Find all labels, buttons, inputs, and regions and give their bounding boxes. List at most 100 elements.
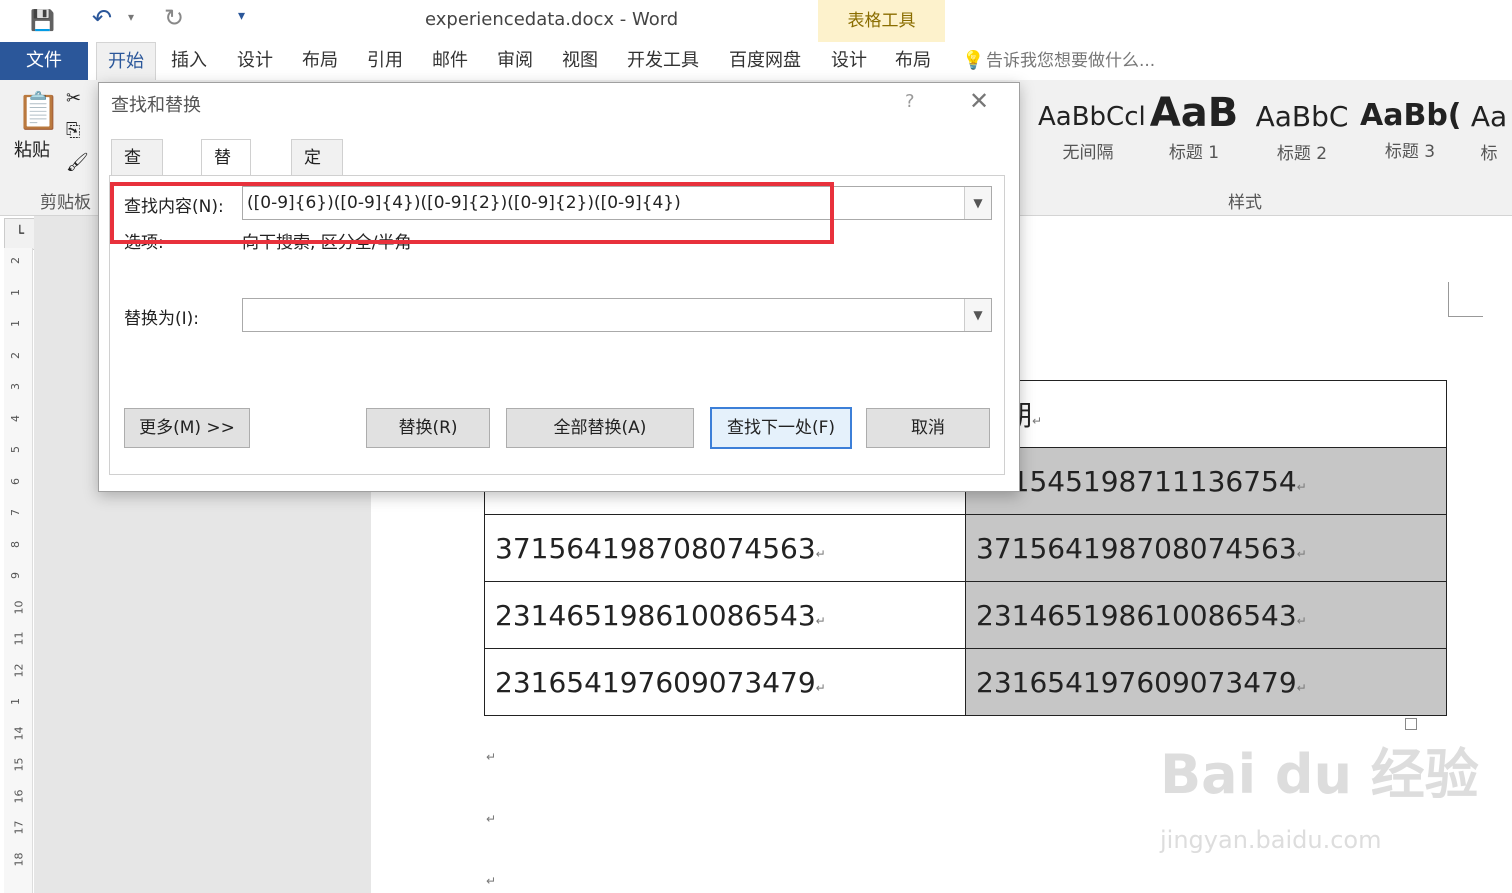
table-cell[interactable]: 231465198610086543↵ bbox=[484, 581, 966, 649]
table-cell[interactable]: 231654197609073479↵ bbox=[484, 648, 966, 716]
vertical-ruler[interactable]: 2 1 1 2 3 4 5 6 7 8 9 10 11 12 1 14 15 16 17 18 bbox=[4, 248, 33, 893]
table-cell[interactable]: 231654197609073479↵ bbox=[965, 648, 1447, 716]
watermark-logo: Bai du 经验 bbox=[1160, 743, 1479, 806]
ruler-tick-label: 4 bbox=[9, 414, 22, 422]
table-cell[interactable]: 日期↵ bbox=[965, 380, 1447, 448]
ruler-tick-label: 3 bbox=[9, 383, 22, 390]
replace-button[interactable]: 替换(R) bbox=[366, 408, 490, 448]
clipboard-group-label: 剪贴板 bbox=[40, 193, 91, 213]
ruler-tick-label: 17 bbox=[12, 820, 26, 835]
more-button[interactable]: 更多(M) >> bbox=[124, 408, 250, 448]
table-cell[interactable]: 111545198711136754↵ bbox=[965, 447, 1447, 515]
tab-view[interactable]: 视图 bbox=[555, 42, 605, 80]
table-row: 371564198708074563↵ 371564198708074563↵ bbox=[484, 514, 1447, 582]
ruler-tick-label: 6 bbox=[9, 477, 22, 485]
styles-group-label: 样式 bbox=[1228, 193, 1262, 213]
ruler-tick-label: 11 bbox=[12, 631, 26, 646]
tab-references[interactable]: 引用 bbox=[360, 42, 410, 80]
tab-home[interactable]: 开始 bbox=[96, 42, 156, 81]
table-row: 231465198610086543↵ 231465198610086543↵ bbox=[484, 581, 1447, 649]
tab-mailings[interactable]: 邮件 bbox=[425, 42, 475, 80]
ruler-tick-label: 1 bbox=[9, 698, 22, 705]
style-heading-3[interactable]: AaBb( 标题 3 bbox=[1360, 80, 1460, 162]
cut-icon[interactable]: ✂ bbox=[66, 88, 81, 109]
style-sample: AaB bbox=[1149, 90, 1239, 136]
ruler-tick-label: 10 bbox=[12, 600, 26, 614]
table-cell[interactable]: 231465198610086543↵ bbox=[965, 581, 1447, 649]
undo-dropdown-icon[interactable]: ▾ bbox=[128, 10, 134, 24]
table-cell[interactable]: 371564198708074563↵ bbox=[965, 514, 1447, 582]
table-tools-label: 表格工具 bbox=[847, 11, 916, 31]
tab-developer[interactable]: 开发工具 bbox=[620, 42, 706, 80]
ruler-tick-label: 16 bbox=[12, 789, 26, 803]
tab-insert[interactable]: 插入 bbox=[164, 42, 214, 80]
ruler-tick-label: 1 bbox=[9, 288, 22, 296]
tab-table-design[interactable]: 设计 bbox=[822, 42, 876, 80]
help-button[interactable]: ? bbox=[905, 91, 915, 112]
style-name: 标题 3 bbox=[1384, 142, 1436, 162]
copy-icon[interactable]: ⎘ bbox=[66, 120, 80, 141]
style-name: 标题 2 bbox=[1276, 144, 1328, 164]
style-heading-2[interactable]: AaBbC 标题 2 bbox=[1252, 80, 1352, 164]
ruler-tick-label: 2 bbox=[9, 257, 22, 264]
ruler-tick-label: 8 bbox=[9, 540, 22, 548]
style-title[interactable]: Aa 标 bbox=[1466, 80, 1512, 164]
style-sample: AaBb( bbox=[1360, 98, 1460, 133]
paste-label[interactable]: 粘贴 bbox=[14, 136, 50, 162]
tab-table-layout[interactable]: 布局 bbox=[886, 42, 940, 80]
cancel-button[interactable]: 取消 bbox=[866, 408, 990, 448]
ruler-tick-label: 7 bbox=[9, 509, 22, 516]
ruler-tick-label: 15 bbox=[12, 757, 26, 772]
style-no-spacing[interactable]: AaBbCcl 无间隔 bbox=[1038, 80, 1146, 163]
tell-me-input[interactable]: 告诉我您想要做什么... bbox=[986, 42, 1176, 80]
style-sample: AaBbCcl bbox=[1038, 102, 1146, 132]
chevron-down-icon[interactable]: ▼ bbox=[964, 187, 991, 219]
styles-gallery: AaBbCcl 无间隔 AaB 标题 1 AaBbC 标题 2 AaBb( 标题… bbox=[1030, 80, 1512, 190]
chevron-down-icon[interactable]: ▼ bbox=[964, 299, 991, 331]
table-cell[interactable]: 371564198708074563↵ bbox=[484, 514, 966, 582]
ruler-tick-label: 5 bbox=[9, 446, 22, 453]
style-heading-1[interactable]: AaB 标题 1 bbox=[1144, 80, 1244, 163]
undo-icon[interactable]: ↶ bbox=[92, 4, 112, 32]
lightbulb-icon: 💡 bbox=[962, 50, 985, 71]
format-painter-icon[interactable]: 🖌 bbox=[66, 152, 89, 173]
tab-baidu-netdisk[interactable]: 百度网盘 bbox=[722, 42, 808, 80]
replace-all-button[interactable]: 全部替换(A) bbox=[506, 408, 694, 448]
paragraph-mark: ↵ bbox=[486, 874, 497, 888]
find-next-button[interactable]: 查找下一处(F) bbox=[710, 407, 852, 449]
ruler-tick-label: 1 bbox=[9, 320, 22, 327]
tab-design[interactable]: 设计 bbox=[230, 42, 280, 80]
find-replace-dialog: 查找和替换 ? ✕ 查找(D) 替换(P) 定位(G) 查找内容(N): ([0… bbox=[98, 82, 1020, 492]
style-name: 标 bbox=[1480, 144, 1498, 164]
margin-corner-mark bbox=[1448, 282, 1483, 317]
save-icon[interactable]: 💾 bbox=[30, 8, 55, 32]
dialog-title: 查找和替换 bbox=[111, 95, 201, 116]
paste-icon[interactable]: 📋 bbox=[16, 90, 61, 132]
style-name: 无间隔 bbox=[1062, 143, 1114, 163]
redo-icon[interactable]: ↻ bbox=[164, 4, 184, 32]
tab-replace[interactable]: 替换(P) bbox=[201, 139, 251, 240]
paragraph-mark: ↵ bbox=[486, 812, 497, 826]
replace-input[interactable]: ▼ bbox=[242, 298, 992, 332]
style-sample: AaBbC bbox=[1255, 100, 1349, 133]
paragraph-mark: ↵ bbox=[486, 750, 497, 764]
ribbon-tabs: 开始 插入 设计 布局 引用 邮件 审阅 视图 开发工具 百度网盘 设计 布局 … bbox=[0, 42, 1512, 81]
replace-label: 替换为(I): bbox=[124, 309, 200, 329]
tab-review[interactable]: 审阅 bbox=[490, 42, 540, 80]
style-name: 标题 1 bbox=[1168, 143, 1220, 163]
table-resize-handle[interactable] bbox=[1405, 718, 1417, 730]
close-icon[interactable]: ✕ bbox=[969, 87, 989, 115]
tab-file[interactable]: 文件 bbox=[0, 42, 88, 80]
ruler-tick-label: 12 bbox=[12, 663, 26, 677]
tab-goto[interactable]: 定位(G) bbox=[291, 139, 344, 240]
customize-icon[interactable]: ▾ bbox=[238, 8, 245, 24]
ruler-tick-label: 2 bbox=[9, 351, 22, 359]
tab-selector[interactable]: └ bbox=[4, 218, 36, 250]
title-bar: 💾 ↶ ▾ ↻ ▾ experiencedata.docx - Word bbox=[0, 0, 1512, 42]
highlight-box bbox=[110, 182, 834, 244]
table-row: 231654197609073479↵ 231654197609073479↵ bbox=[484, 648, 1447, 716]
tab-layout[interactable]: 布局 bbox=[295, 42, 345, 80]
ruler-tick-label: 14 bbox=[12, 726, 26, 740]
tab-find[interactable]: 查找(D) bbox=[111, 139, 164, 240]
style-sample: Aa bbox=[1470, 100, 1508, 133]
